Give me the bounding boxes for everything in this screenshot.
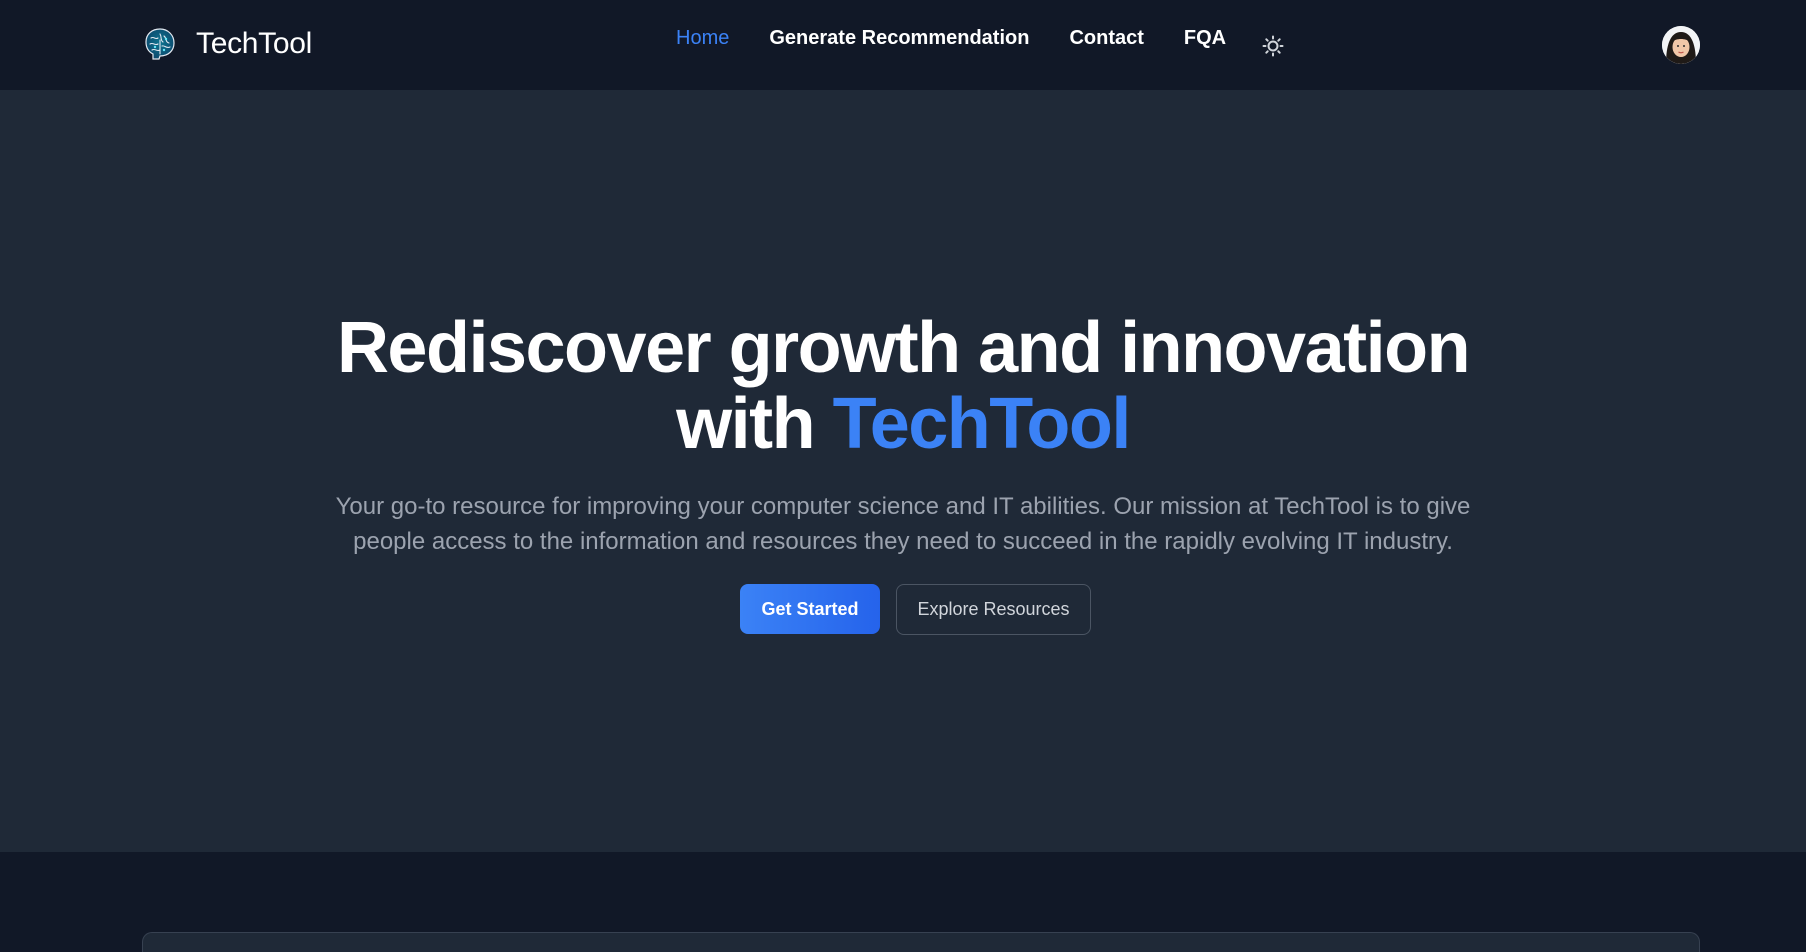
nav-link-contact[interactable]: Contact <box>1069 27 1143 50</box>
explore-resources-button[interactable]: Explore Resources <box>896 584 1091 635</box>
hero-subtitle: Your go-to resource for improving your c… <box>335 493 1471 555</box>
hero-section: Rediscover growth and innovation with Te… <box>0 90 1806 852</box>
top-navbar: TechTool Home Generate Recommendation Co… <box>0 0 1806 90</box>
user-avatar[interactable] <box>1662 26 1700 64</box>
hero-title: Rediscover growth and innovation with Te… <box>0 310 1806 462</box>
nav-link-generate-recommendation[interactable]: Generate Recommendation <box>769 27 1029 50</box>
nav-link-fqa[interactable]: FQA <box>1184 27 1226 50</box>
content-card <box>142 932 1700 952</box>
avatar-image <box>1662 26 1700 64</box>
hero-title-accent: TechTool <box>832 384 1132 464</box>
nav-link-home[interactable]: Home <box>676 27 729 50</box>
main-nav: Home Generate Recommendation Contact FQA <box>676 24 1266 52</box>
brain-icon <box>145 28 175 60</box>
lower-section <box>0 852 1806 952</box>
get-started-button[interactable]: Get Started <box>740 584 880 634</box>
sun-icon[interactable] <box>1261 34 1285 58</box>
hero-actions: Get Started Explore Resources <box>740 584 1091 635</box>
brand-link[interactable]: TechTool <box>142 26 312 62</box>
hero-title-with: with <box>676 384 815 464</box>
brand-name: TechTool <box>196 27 313 60</box>
hero-title-line1: Rediscover growth and innovation <box>336 308 1471 388</box>
